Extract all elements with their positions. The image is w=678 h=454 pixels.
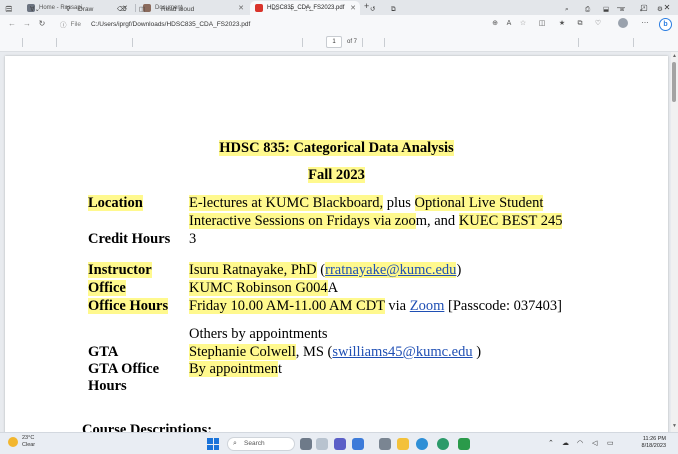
excel-icon[interactable]	[458, 438, 470, 450]
clock-date: 8/18/2023	[641, 443, 666, 449]
back-button[interactable]: ←	[6, 18, 18, 30]
location-label: Location	[88, 195, 143, 211]
refresh-button[interactable]: ↻	[36, 18, 48, 30]
start-windows-icon[interactable]	[207, 438, 219, 450]
pdf-favicon-icon	[255, 4, 263, 12]
course-term: Fall 2023	[308, 167, 365, 183]
zoom-out-button[interactable]: —	[272, 4, 279, 15]
gta-hours-label: Hours	[88, 378, 127, 394]
system-clock[interactable]: 11:26 PM 8/18/2023	[632, 436, 666, 450]
page-view-icon[interactable]: ⧉	[391, 4, 396, 15]
collections-icon[interactable]: ⧉	[574, 18, 586, 30]
taskbar-search[interactable]: ⌕ Search	[227, 437, 295, 451]
file-explorer-icon[interactable]	[397, 438, 409, 450]
close-tab-icon[interactable]: ✕	[238, 4, 244, 12]
search-label: Search	[244, 440, 265, 447]
new-tab-button[interactable]: +	[364, 1, 369, 11]
clock-time: 11:26 PM	[642, 436, 666, 442]
search-icon: ⌕	[233, 440, 237, 447]
page-total: of 7	[347, 39, 358, 45]
gta-label: GTA	[88, 344, 119, 360]
zoom-icon[interactable]: ⊕	[489, 18, 501, 30]
location-value-line1: E-lectures at KUMC Blackboard, plus Opti…	[189, 195, 544, 211]
task-view-icon[interactable]	[300, 438, 312, 450]
fit-page-icon[interactable]: ⛶	[306, 4, 311, 15]
scroll-down-icon[interactable]: ▼	[672, 423, 677, 429]
scrollbar-thumb[interactable]	[672, 62, 676, 102]
gta-office-value: By appointment	[189, 361, 283, 377]
favorites-icon[interactable]: ★	[556, 18, 568, 30]
favorite-star-icon[interactable]: ☆	[517, 18, 529, 30]
office-hours-value: Friday 10.00 AM-11.00 AM CDT via Zoom [P…	[189, 298, 562, 314]
highlight-icon[interactable]: ∀⌄	[30, 4, 40, 15]
tab-pdf[interactable]: HDSC835_CDA_FS2023.pdf ✕	[250, 1, 360, 15]
address-bar: ← → ↻ ⓘ File C:/Users/iprgf/Downloads/HD…	[0, 15, 678, 33]
office-hours-label: Office Hours	[88, 298, 169, 314]
save-icon[interactable]: ⬓	[603, 4, 609, 15]
edge-icon[interactable]	[416, 438, 428, 450]
instructor-label: Instructor	[88, 262, 152, 278]
settings-gear-icon[interactable]: ⚙	[657, 4, 663, 15]
widgets-icon[interactable]	[316, 438, 328, 450]
tab-bar: ▢ Home - Rossapi ✕ Document ✕ HDSC835_CD…	[0, 0, 678, 15]
scroll-up-icon[interactable]: ▲	[672, 53, 677, 59]
more-options-icon[interactable]: ⋯	[639, 18, 651, 30]
course-title: HDSC 835: Categorical Data Analysis	[219, 140, 454, 156]
erase-icon[interactable]: ⌫	[117, 4, 126, 15]
course-descriptions-heading: Course Descriptions:	[82, 422, 213, 432]
draw-button[interactable]: ∇ Draw	[66, 4, 93, 15]
battery-icon[interactable]: ▭	[607, 439, 614, 447]
bing-copilot-icon[interactable]: b	[659, 18, 672, 31]
office-value: KUMC Robinson G004A	[189, 280, 339, 296]
gta-value: Stephanie Colwell, MS (swilliams45@kumc.…	[189, 344, 482, 360]
credit-hours-label: Credit Hours	[88, 231, 171, 247]
credit-hours-value: 3	[189, 231, 197, 247]
print-icon[interactable]: ⎙	[585, 4, 590, 15]
table-of-contents-icon[interactable]: ☰	[6, 4, 12, 15]
read-aloud-icon[interactable]: A	[503, 18, 515, 30]
draw-icon: ∇	[66, 6, 71, 13]
chat-icon[interactable]	[352, 438, 364, 450]
pdf-page: HDSC 835: Categorical Data Analysis Fall…	[5, 56, 668, 432]
tray-chevron-icon[interactable]: ⌃	[548, 439, 554, 447]
rotate-icon[interactable]: ↺	[370, 4, 375, 15]
url-field[interactable]: ⓘ File C:/Users/iprgf/Downloads/HDSC835_…	[60, 17, 460, 31]
url-text: C:/Users/iprgf/Downloads/HDSC835_CDA_FS2…	[90, 20, 251, 28]
office-label: Office	[88, 280, 126, 296]
instructor-value: Isuru Ratnayake, PhD (rratnayake@kumc.ed…	[189, 262, 462, 278]
draw-label: Draw	[78, 6, 94, 13]
teams-icon[interactable]	[334, 438, 346, 450]
edge-beta-icon[interactable]	[437, 438, 449, 450]
profile-avatar[interactable]	[618, 18, 628, 28]
gta-office-label: GTA Office	[88, 361, 160, 377]
weather-temp: 23°C	[22, 435, 35, 441]
onedrive-icon[interactable]: ☁	[562, 439, 569, 447]
view-icon[interactable]: ◫	[139, 4, 145, 15]
zoom-link[interactable]: Zoom	[410, 298, 445, 314]
instructor-email-link[interactable]: rratnayake@kumc.edu	[325, 262, 457, 278]
wifi-icon[interactable]: ◠	[577, 439, 583, 447]
zoom-in-button[interactable]: +	[290, 4, 294, 15]
taskbar: 23°C Clear ⌕ Search ⌃ ☁ ◠ ◁ ▭ 11:26 PM 8/…	[0, 432, 678, 454]
save-as-icon[interactable]: ⧈	[620, 4, 624, 15]
page-number-input[interactable]: 1	[326, 36, 342, 48]
fullscreen-icon[interactable]: ⤢	[640, 4, 645, 15]
appointments-note: Others by appointments	[189, 326, 328, 342]
split-screen-icon[interactable]: ◫	[536, 18, 548, 30]
location-value-line2: Interactive Sessions on Fridays via zoom…	[189, 213, 563, 229]
sun-icon	[8, 437, 18, 447]
vertical-scrollbar[interactable]	[671, 52, 678, 432]
browser-essentials-icon[interactable]: ♡	[592, 18, 604, 30]
pdf-viewport[interactable]: HDSC 835: Categorical Data Analysis Fall…	[0, 52, 678, 432]
close-tab-icon[interactable]: ✕	[350, 4, 356, 12]
read-aloud-button[interactable]: Read aloud	[161, 4, 194, 15]
info-icon[interactable]: ⓘ	[60, 19, 67, 29]
volume-icon[interactable]: ◁	[592, 439, 597, 447]
file-label: File	[70, 20, 81, 28]
search-icon[interactable]: ⌕	[565, 4, 569, 15]
forward-button[interactable]: →	[21, 18, 33, 30]
gta-email-link[interactable]: swilliams45@kumc.edu	[332, 344, 472, 360]
settings-icon[interactable]	[379, 438, 391, 450]
weather-condition: Clear	[22, 442, 36, 448]
